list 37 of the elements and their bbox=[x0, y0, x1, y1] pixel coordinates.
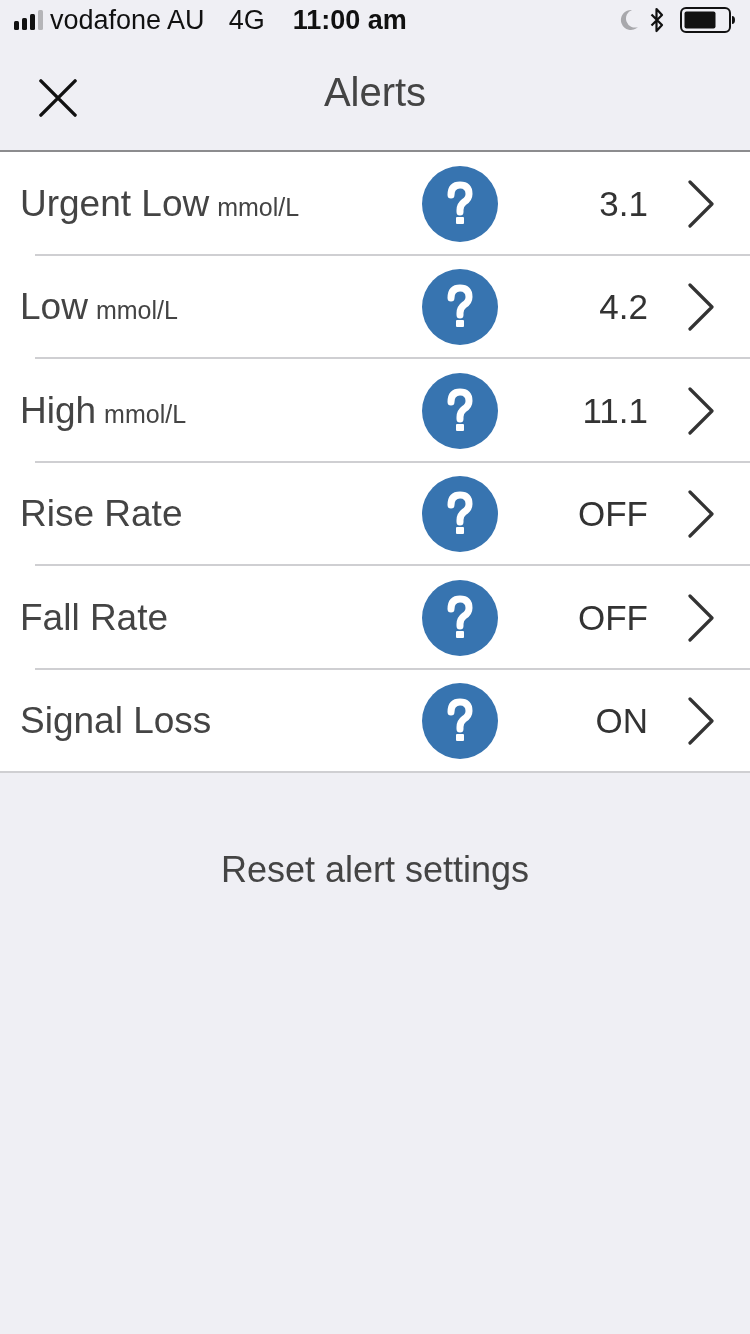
chevron-icon bbox=[688, 593, 714, 642]
signal-icon bbox=[14, 10, 43, 30]
alert-label: Urgent Low bbox=[20, 182, 210, 225]
reset-button[interactable]: Reset alert settings bbox=[210, 845, 540, 895]
unit-label: mmol/L bbox=[217, 192, 300, 222]
alert-label: High bbox=[20, 389, 97, 432]
alert-value: 11.1 bbox=[581, 390, 648, 431]
help-icon[interactable] bbox=[422, 476, 498, 553]
alert-value: OFF bbox=[577, 597, 648, 638]
unit-label: mmol/L bbox=[95, 296, 178, 326]
chevron-icon bbox=[688, 283, 714, 332]
chevron-icon bbox=[688, 697, 714, 746]
alert-value: ON bbox=[594, 701, 648, 742]
alert-value: 3.1 bbox=[598, 183, 648, 224]
battery-icon bbox=[680, 7, 736, 33]
help-icon[interactable] bbox=[422, 165, 498, 242]
close-icon bbox=[39, 79, 77, 117]
alert-label: Signal Loss bbox=[20, 700, 212, 743]
alert-value: OFF bbox=[577, 494, 648, 535]
screen-title: Alerts bbox=[323, 69, 427, 115]
help-icon[interactable] bbox=[422, 269, 498, 346]
help-icon[interactable] bbox=[422, 372, 498, 449]
alert-label: Rise Rate bbox=[20, 493, 183, 536]
moon-icon bbox=[618, 9, 638, 31]
carrier-name: vodafone AU bbox=[50, 4, 205, 36]
bluetooth-icon bbox=[650, 7, 664, 33]
chevron-icon bbox=[688, 490, 714, 539]
network-type: 4G bbox=[228, 4, 265, 36]
unit-label: mmol/L bbox=[104, 399, 187, 429]
help-icon[interactable] bbox=[422, 579, 498, 656]
help-icon[interactable] bbox=[422, 683, 498, 760]
alert-label: Fall Rate bbox=[20, 596, 169, 639]
alert-value: 4.2 bbox=[598, 287, 648, 328]
chevron-icon bbox=[688, 179, 714, 228]
status-time: 11:00 am bbox=[292, 4, 407, 36]
alert-label: Low bbox=[20, 286, 88, 329]
chevron-icon bbox=[688, 386, 714, 435]
